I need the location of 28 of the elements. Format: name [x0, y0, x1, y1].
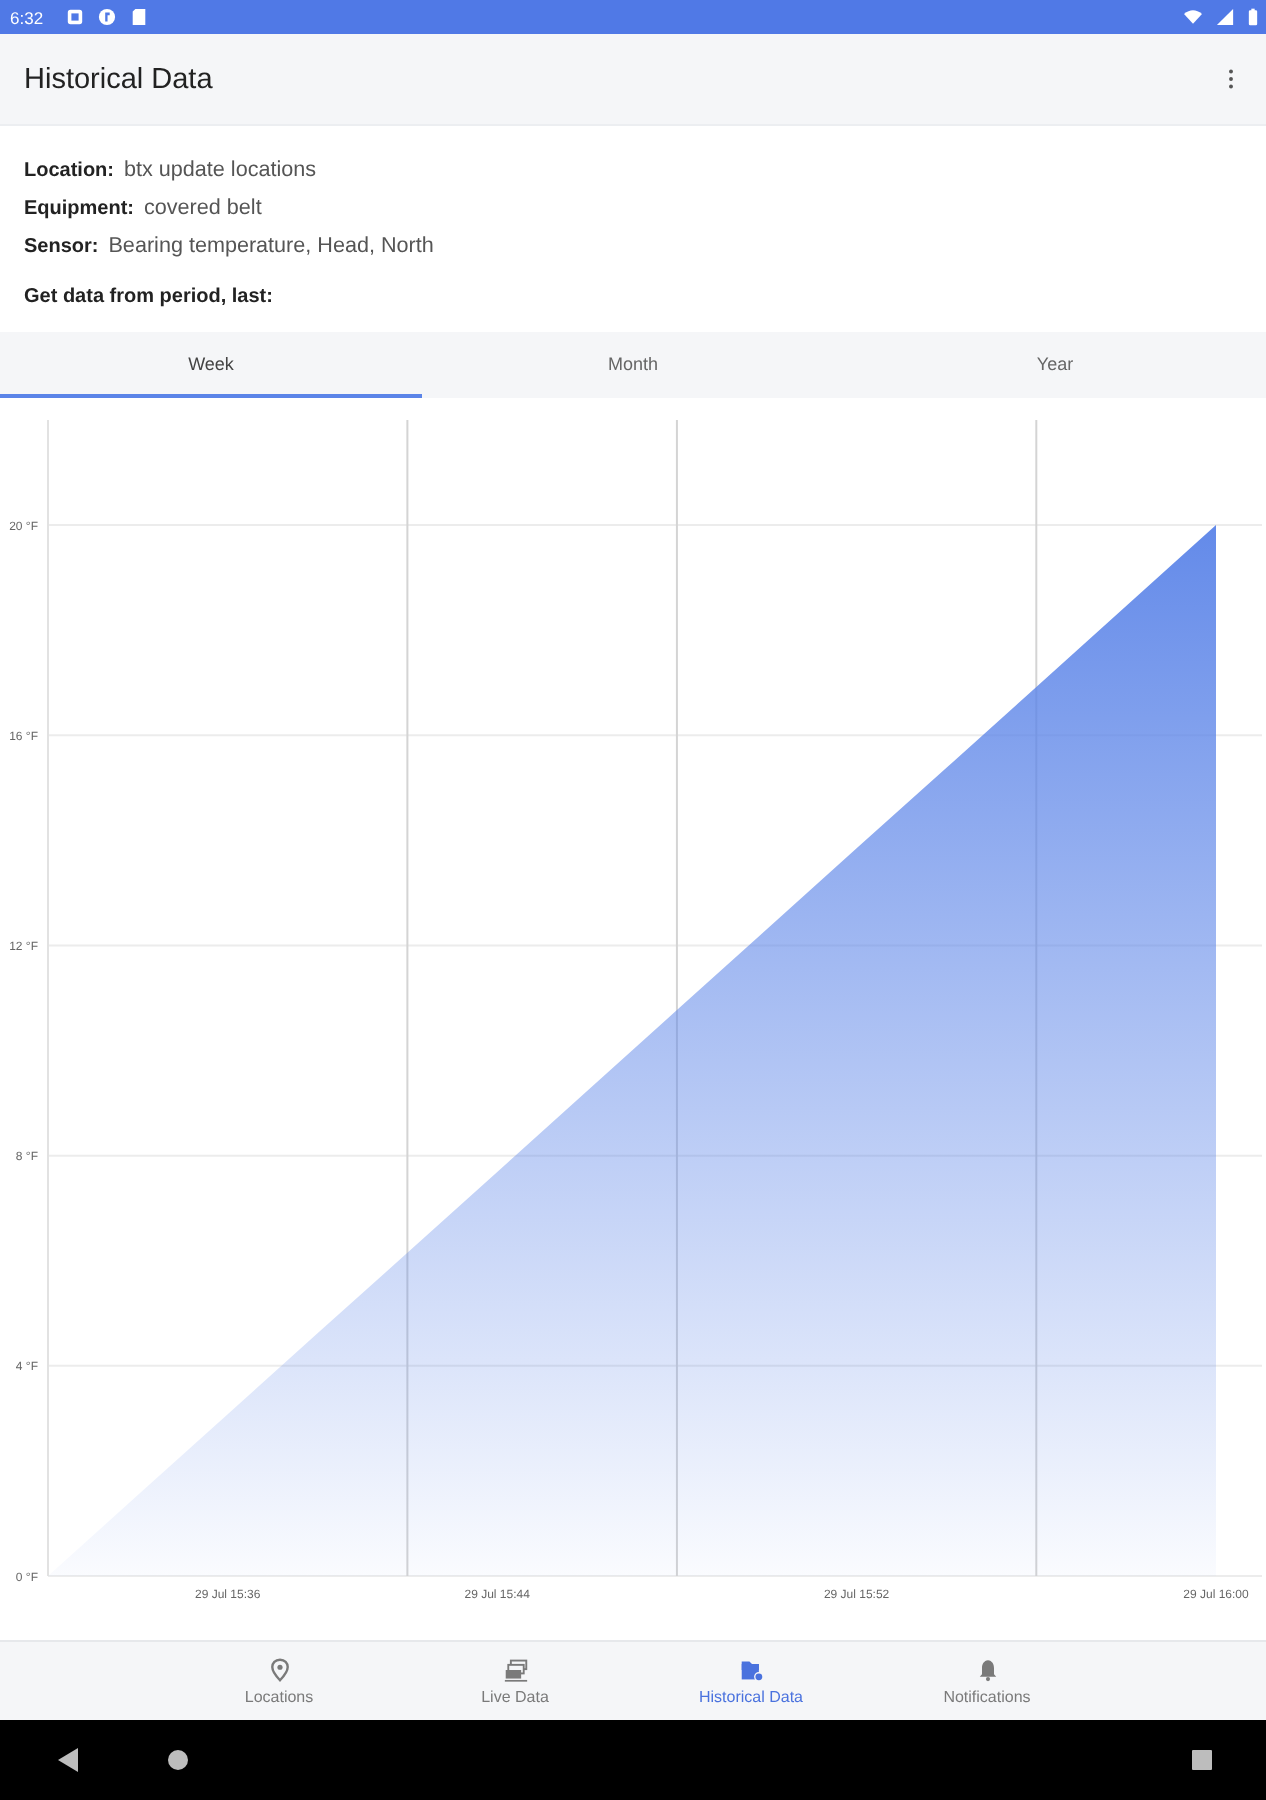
detail-label: Location: [24, 158, 114, 186]
stacked-cards-icon [503, 1657, 527, 1681]
back-icon[interactable] [58, 1748, 78, 1772]
pin-icon [267, 1657, 291, 1681]
period-prompt: Get data from period, last: [24, 286, 275, 308]
sd-card-icon [129, 8, 148, 26]
detail-label: Sensor: [24, 234, 99, 262]
nav-item[interactable]: Locations [161, 1642, 397, 1720]
nav-item[interactable]: Historical Data [633, 1642, 869, 1720]
home-icon[interactable] [168, 1750, 188, 1770]
period-tab[interactable]: Year [844, 332, 1266, 398]
battery-icon [1248, 8, 1258, 26]
folder-icon [739, 1657, 763, 1681]
nav-item[interactable]: Live Data [397, 1642, 633, 1720]
square-icon [65, 8, 84, 26]
signal-icon [1216, 8, 1234, 26]
detail-value: btx update locations [124, 156, 317, 186]
wifi-icon [1184, 8, 1202, 26]
bell-icon [975, 1657, 999, 1681]
detail-value: covered belt [144, 194, 262, 224]
detail-label: Equipment: [24, 196, 134, 224]
detail-value: Bearing temperature, Head, North [108, 232, 434, 262]
status-time: 6:32 [10, 7, 44, 27]
nav-item[interactable]: Notifications [869, 1642, 1105, 1720]
more-options-icon[interactable] [1228, 68, 1234, 90]
period-tab[interactable]: Month [422, 332, 844, 398]
screen-title: Historical Data [24, 63, 215, 95]
circle-icon [97, 8, 116, 26]
